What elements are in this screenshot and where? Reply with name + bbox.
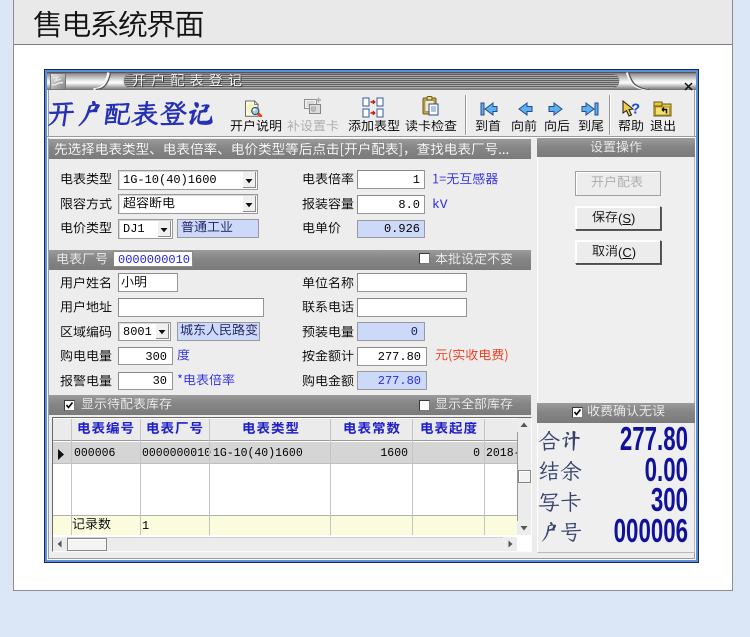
svg-text:?: ? bbox=[631, 101, 640, 118]
